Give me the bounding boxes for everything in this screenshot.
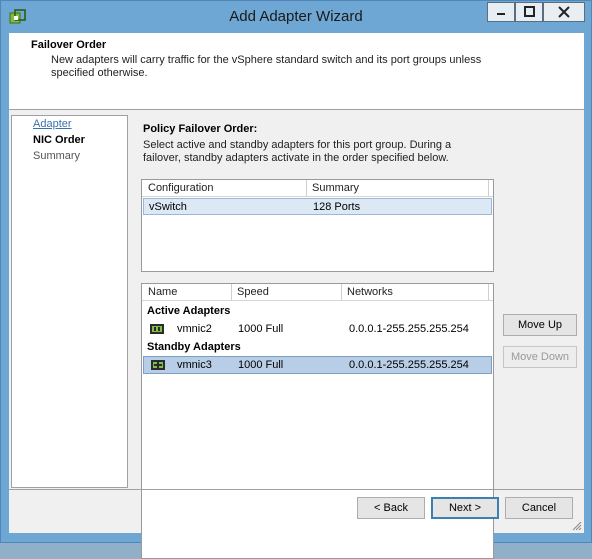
close-icon [558,6,570,18]
section-description: Select active and standby adapters for t… [143,139,452,164]
footer-divider [9,489,584,490]
column-header-configuration[interactable]: Configuration [148,182,213,194]
page-title: Failover Order [31,39,107,51]
cell-name: vmnic2 [177,323,212,335]
back-button[interactable]: < Back [357,497,425,519]
table-row[interactable]: vmnic2 1000 Full 0.0.0.1-255.255.255.254 [143,321,492,338]
cancel-button[interactable]: Cancel [505,497,573,519]
column-divider[interactable] [306,180,307,196]
column-header-networks[interactable]: Networks [347,286,393,298]
step-summary: Summary [33,150,81,162]
cell-speed: 1000 Full [238,359,284,371]
column-header-speed[interactable]: Speed [237,286,269,298]
column-divider[interactable] [231,284,232,300]
title-bar[interactable]: Add Adapter Wizard [1,1,591,33]
table-row[interactable]: vmnic3 1000 Full 0.0.0.1-255.255.255.254 [143,356,492,374]
cell-summary: 128 Ports [313,201,361,213]
close-button[interactable] [543,2,585,22]
active-adapters-group: Active Adapters [147,305,231,317]
wizard-header: Failover Order New adapters will carry t… [9,33,584,110]
cell-networks: 0.0.0.1-255.255.255.254 [349,359,469,371]
step-nic-order: NIC Order [33,134,85,146]
next-button[interactable]: Next > [431,497,499,519]
wizard-steps-panel: Adapter NIC Order Summary [11,115,128,488]
column-divider[interactable] [488,284,489,300]
step-adapter-link[interactable]: Adapter [33,118,72,130]
wizard-content: Policy Failover Order: Select active and… [131,115,584,559]
wizard-window: Add Adapter Wizard Failover Order New ad… [0,0,592,559]
cell-name: vmnic3 [177,359,212,371]
resize-grip-icon[interactable] [572,521,582,531]
maximize-icon [524,6,535,17]
wizard-client-area: Failover Order New adapters will carry t… [9,33,584,559]
minimize-icon [497,13,505,15]
nic-icon [150,324,164,334]
table-row[interactable]: vSwitch 128 Ports [143,198,492,215]
nic-standby-icon [151,360,165,370]
cell-networks: 0.0.0.1-255.255.255.254 [349,323,469,335]
section-title: Policy Failover Order: [143,123,258,135]
switch-table-header: Configuration Summary [142,180,493,197]
move-down-button[interactable]: Move Down [503,346,577,368]
column-divider[interactable] [488,180,489,196]
cell-configuration: vSwitch [149,201,187,213]
cell-speed: 1000 Full [238,323,284,335]
standby-adapters-group: Standby Adapters [147,341,241,353]
page-description: New adapters will carry traffic for the … [51,54,482,79]
column-divider[interactable] [341,284,342,300]
column-header-summary[interactable]: Summary [312,182,359,194]
move-up-button[interactable]: Move Up [503,314,577,336]
maximize-button[interactable] [515,2,543,22]
switch-table: Configuration Summary vSwitch 128 Ports [141,179,494,272]
minimize-button[interactable] [487,2,515,22]
column-header-name[interactable]: Name [148,286,177,298]
adapter-table-header: Name Speed Networks [142,284,493,301]
